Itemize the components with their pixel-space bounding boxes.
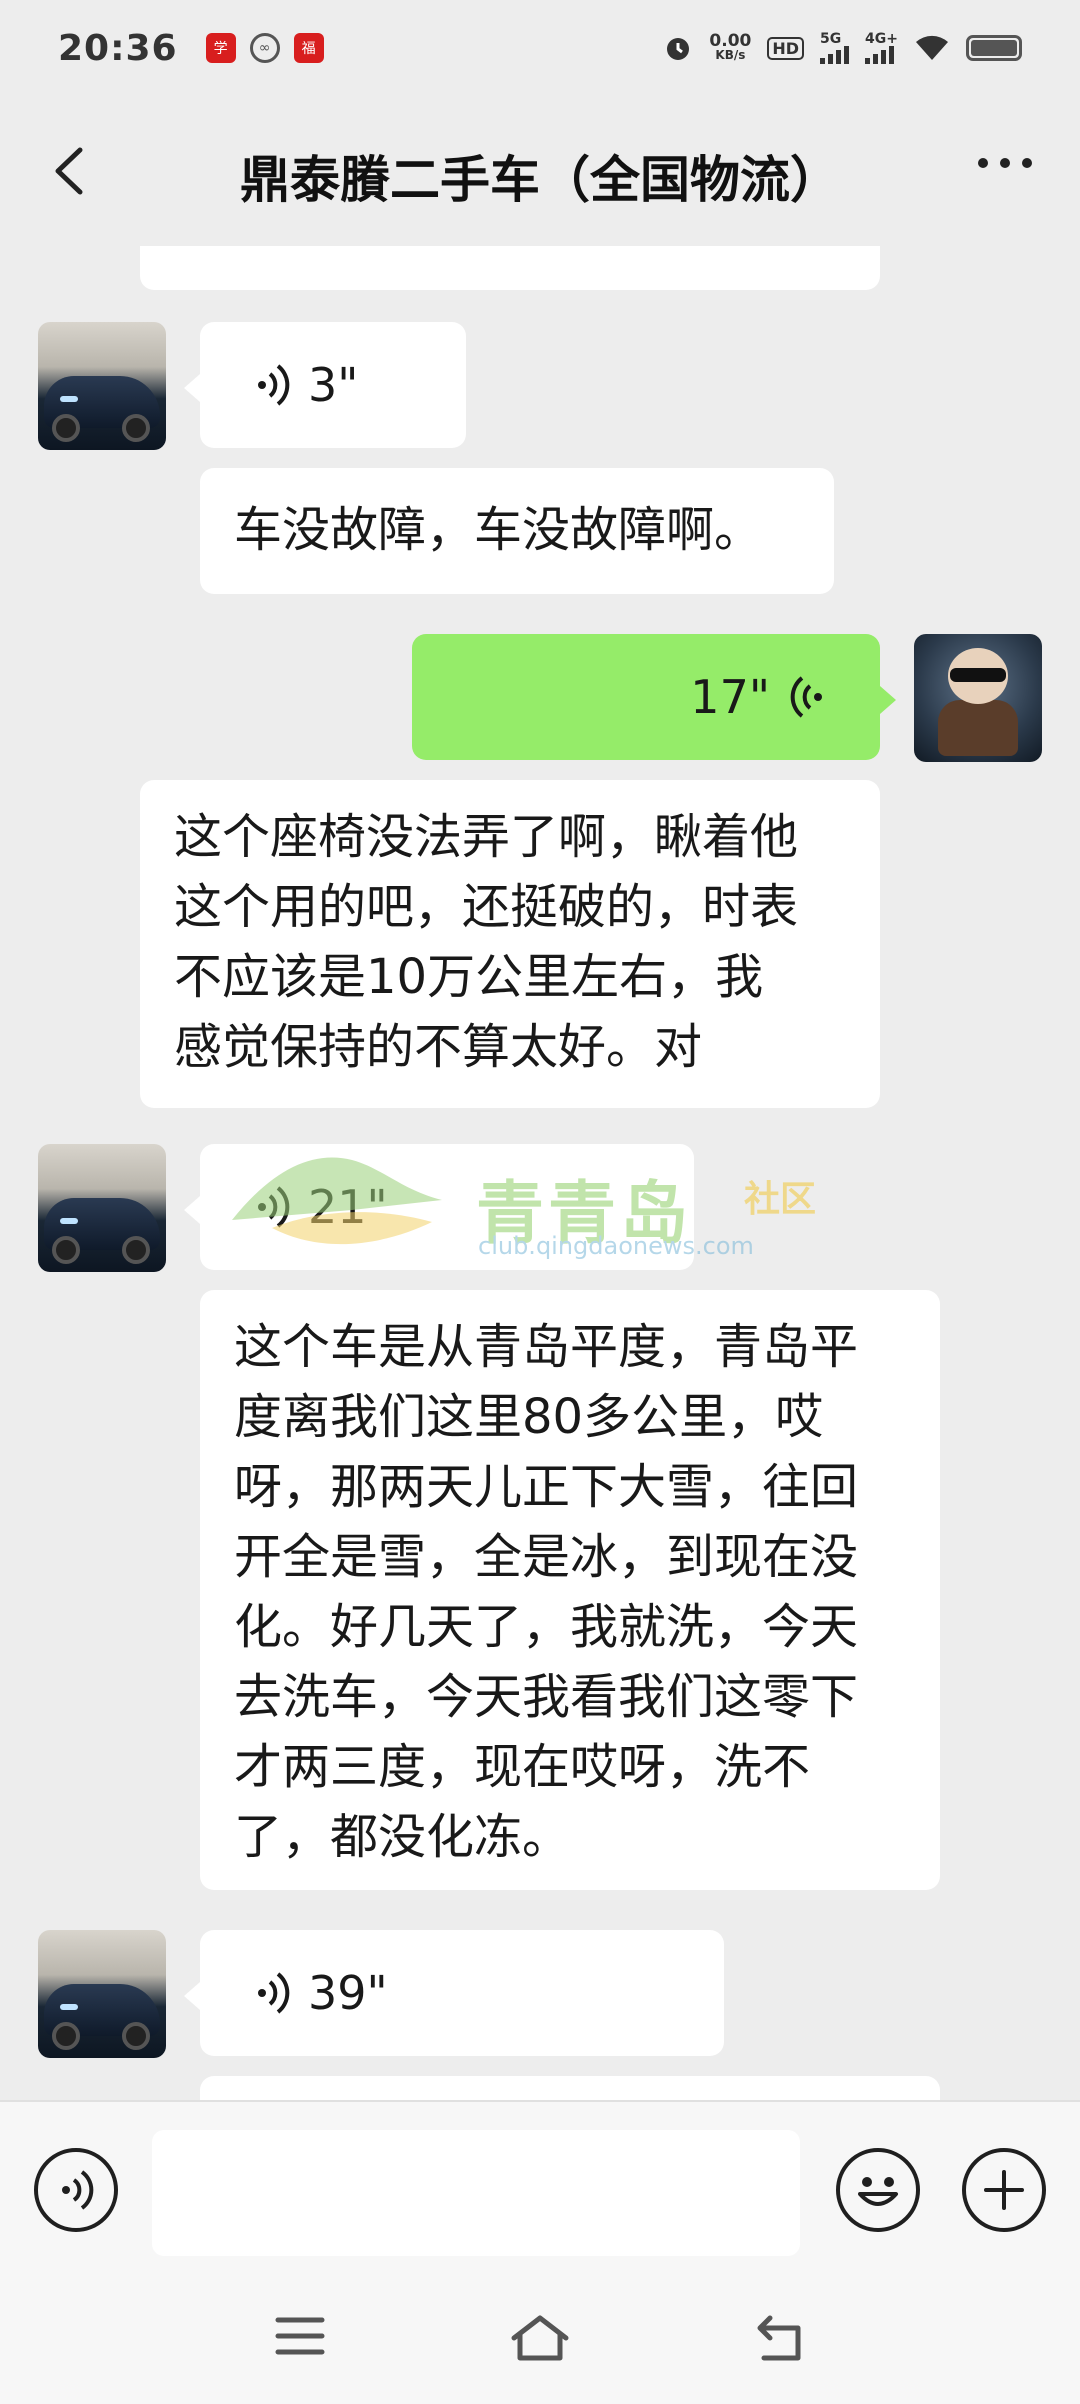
voice-duration: 39" [308,1966,388,2020]
text-message[interactable]: 这个车是从青岛平度，青岛平 度离我们这里80多公里，哎 呀，那两天儿正下大雪，往… [200,1290,940,1890]
emoji-icon [858,2177,898,2206]
hd-icon: HD [767,36,805,60]
text-message[interactable]: 车没故障，车没故障啊。 [200,468,834,594]
voice-wave-icon [790,676,822,718]
plus-icon [984,2170,1024,2210]
voice-duration: 3" [308,358,359,412]
message-bubble-partial[interactable]: 把车儿 [140,246,880,290]
net-speed: 0.00 KB/s [709,31,752,63]
my-avatar[interactable] [914,634,1042,762]
more-options-icon[interactable] [978,158,1032,168]
voice-message[interactable]: 39" [184,1930,724,2056]
voice-wave-icon [258,364,290,406]
add-more-button[interactable] [962,2148,1046,2232]
emoji-button[interactable] [836,2148,920,2232]
signal-icon [865,46,895,64]
voice-input-button[interactable] [34,2148,118,2232]
voice-message[interactable]: 3" [184,322,466,448]
voice-duration: 21" [308,1180,388,1234]
status-time: 20:36 [58,27,178,69]
status-icons: 0.00 KB/s HD 5G 4G+ [663,32,1022,64]
alarm-icon [667,38,690,60]
sender-avatar[interactable] [38,322,166,450]
home-icon[interactable] [510,2314,570,2362]
notification-icons: 学 ∞ 福 [205,33,324,63]
status-bar: 20:36 学 ∞ 福 0.00 KB/s HD 5G 4G+ [0,0,1080,96]
wifi-icon [916,35,948,60]
chat-title: 鼎泰賸二手车（全国物流） [240,151,840,209]
message-input[interactable] [152,2130,800,2256]
menu-icon[interactable] [274,2314,326,2358]
voice-wave-icon [258,1186,290,1228]
signal-5g: 5G [820,32,850,64]
voice-duration: 17" [690,670,770,724]
message-bubble-partial[interactable] [200,2076,940,2100]
sender-avatar[interactable] [38,1144,166,1272]
sender-avatar[interactable] [38,1930,166,2058]
system-nav-bar [0,2274,1080,2404]
input-bar [0,2100,1080,2274]
text-message[interactable]: 这个座椅没法弄了啊，瞅着他 这个用的吧，还挺破的，时表 不应该是10万公里左右，… [140,780,880,1108]
app-notification-icon: 学 [205,33,236,63]
link-notification-icon: ∞ [249,33,280,63]
watermark-sub: 社区 [744,1179,817,1220]
message-list[interactable]: 把车儿 3" 车没故障，车没故障啊。 17" 这个座椅没法弄了啊，瞅着他 这个用… [0,246,1080,2100]
back-icon[interactable] [754,2314,806,2362]
battery-icon [966,35,1022,61]
voice-wave-icon [258,1972,290,2014]
chat-header: 鼎泰賸二手车（全国物流） [0,96,1080,246]
voice-wave-icon [62,2170,94,2210]
voice-message[interactable]: 21" [184,1144,694,1270]
signal-4g: 4G+ [865,32,898,64]
app-notification-icon: 福 [293,33,324,63]
voice-message-sent[interactable]: 17" [412,634,896,760]
signal-icon [820,46,850,64]
